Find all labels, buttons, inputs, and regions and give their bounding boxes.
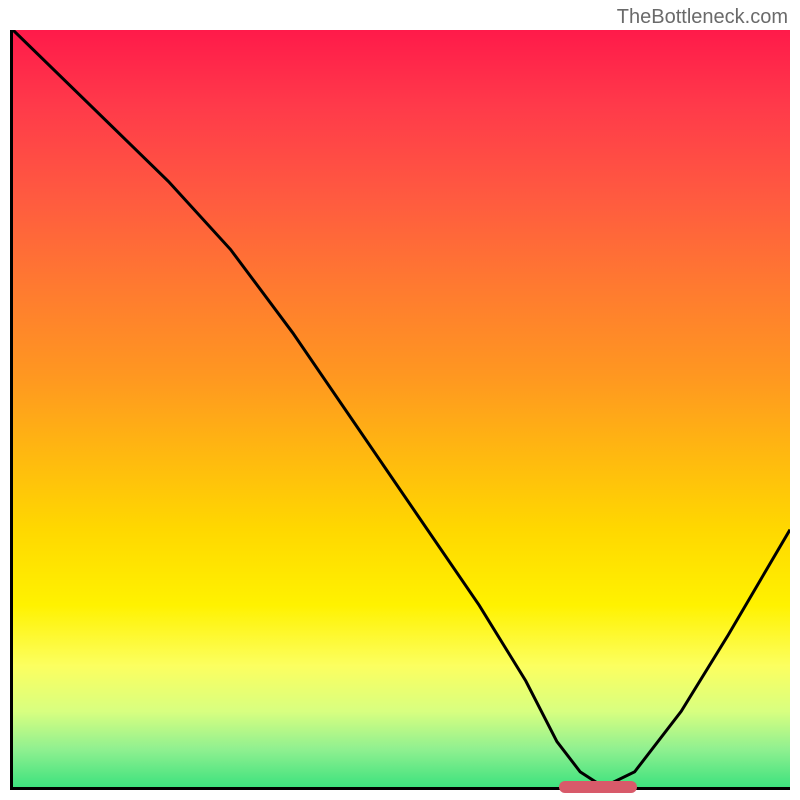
chart-area [10,30,790,790]
watermark-text: TheBottleneck.com [617,6,788,29]
optimal-range-marker [559,781,637,793]
curve-svg [13,30,790,787]
bottleneck-curve [13,30,790,787]
